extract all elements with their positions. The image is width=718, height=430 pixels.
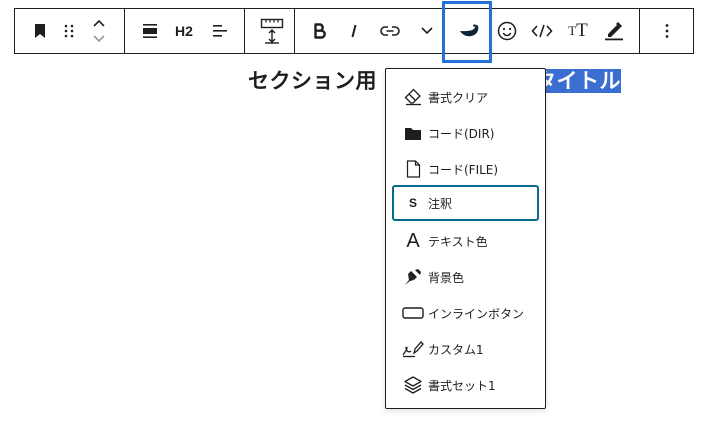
pen-icon — [402, 338, 424, 360]
typography-icon[interactable]: TT — [563, 9, 593, 53]
text-align-left-icon[interactable] — [205, 9, 235, 53]
menu-item-inline-button[interactable]: インラインボタン — [392, 295, 539, 331]
menu-item-custom1[interactable]: カスタム1 — [392, 331, 539, 367]
link-icon[interactable] — [373, 9, 407, 53]
inline-code-icon[interactable] — [526, 9, 558, 53]
menu-item-background-color[interactable]: 背景色 — [392, 259, 539, 295]
more-formats-chevron-icon[interactable] — [413, 9, 441, 53]
more-options-icon[interactable] — [653, 9, 681, 53]
emoji-icon[interactable] — [493, 9, 521, 53]
menu-item-text-color[interactable]: A テキスト色 — [392, 223, 539, 259]
move-up-down — [85, 9, 113, 53]
menu-item-code-dir[interactable]: コード(DIR) — [392, 115, 539, 151]
menu-item-code-file[interactable]: コード(FILE) — [392, 151, 539, 187]
folder-icon — [402, 122, 424, 144]
menu-item-annotation[interactable]: S 注釈 — [392, 185, 539, 221]
heading-selected-text: タイトル — [535, 69, 621, 93]
highlight-icon[interactable] — [598, 9, 630, 53]
heading-unselected-text: セクション用 — [248, 69, 377, 93]
active-format-button-highlight — [442, 1, 492, 63]
file-icon — [402, 158, 424, 180]
heading-level-button[interactable]: H2 — [167, 9, 201, 53]
menu-item-clear-format[interactable]: 書式クリア — [392, 79, 539, 115]
toolbar-separator — [244, 9, 245, 53]
text-color-icon: A — [406, 229, 420, 252]
annotation-s-icon: S — [408, 196, 417, 210]
chevron-down-icon[interactable] — [92, 34, 106, 44]
bold-icon[interactable] — [305, 9, 335, 53]
italic-icon[interactable] — [340, 9, 368, 53]
toolbar-separator — [124, 9, 125, 53]
paint-brush-icon — [402, 266, 424, 288]
chevron-up-icon[interactable] — [92, 18, 106, 28]
block-toolbar: H2 T T — [14, 8, 694, 54]
inline-button-icon — [402, 302, 424, 324]
align-icon[interactable] — [135, 9, 165, 53]
format-dropdown-menu: 書式クリア コード(DIR) コード(FILE) S 注釈 A テキスト色 背景… — [385, 68, 546, 409]
toolbar-separator — [639, 9, 640, 53]
toolbar-separator — [294, 9, 295, 53]
line-height-icon[interactable] — [255, 9, 289, 53]
drag-handle-icon[interactable] — [55, 9, 83, 53]
stack-icon — [402, 374, 424, 396]
eraser-icon — [402, 86, 424, 108]
bookmark-icon[interactable] — [25, 9, 55, 53]
menu-item-format-set1[interactable]: 書式セット1 — [392, 367, 539, 403]
